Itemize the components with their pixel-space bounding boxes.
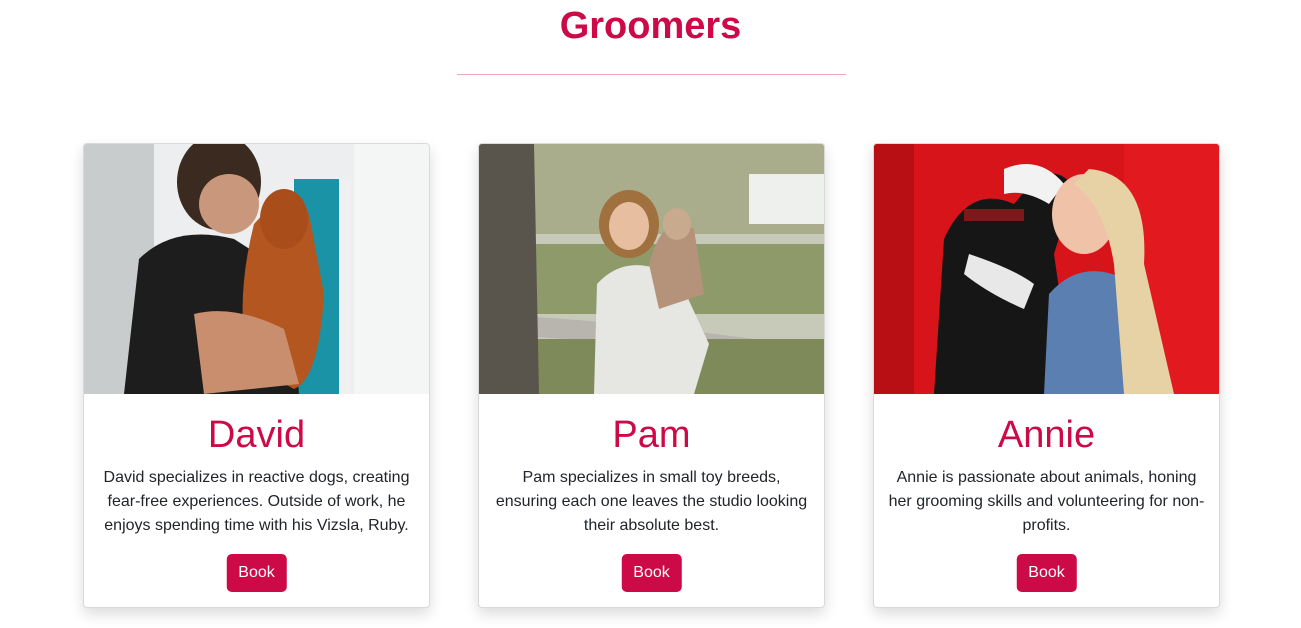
groomer-photo-david xyxy=(84,144,429,394)
groomer-name: David xyxy=(207,414,306,456)
groomer-card-pam: Pam Pam specializes in small toy breeds,… xyxy=(478,143,825,608)
book-button-pam[interactable]: Book xyxy=(621,554,682,592)
groomer-description: David specializes in reactive dogs, crea… xyxy=(103,469,410,534)
book-button-annie[interactable]: Book xyxy=(1016,554,1077,592)
page-title: Groomers xyxy=(559,5,742,47)
groomer-name: Pam xyxy=(612,414,691,456)
groomer-card-annie: Annie Annie is passionate about animals,… xyxy=(873,143,1220,608)
groomer-name: Annie xyxy=(997,414,1096,456)
groomer-card-david: David David specializes in reactive dogs… xyxy=(83,143,430,608)
groomer-description: Annie is passionate about animals, honin… xyxy=(888,469,1205,534)
groomer-photo-pam xyxy=(479,144,824,394)
book-button-david[interactable]: Book xyxy=(226,554,287,592)
groomer-description: Pam specializes in small toy breeds, ens… xyxy=(495,469,808,534)
groomer-photo-annie xyxy=(874,144,1219,394)
title-divider xyxy=(457,74,846,75)
